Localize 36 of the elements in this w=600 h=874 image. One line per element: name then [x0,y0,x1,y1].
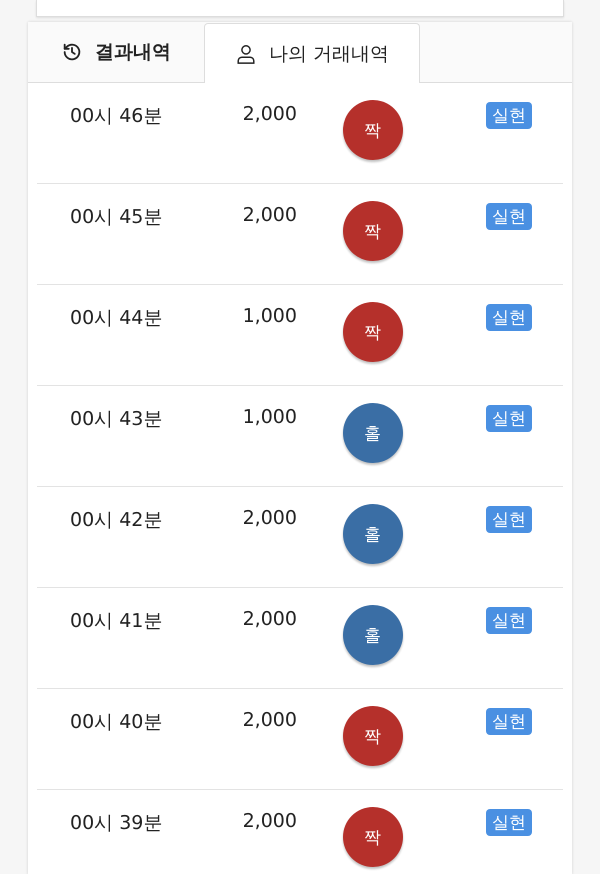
amount-text: 2,000 [242,507,297,529]
time-text: 00시 45분 [70,205,164,230]
amount-text: 1,000 [242,406,297,428]
result-ball: 짝 [342,807,402,867]
status-badge: 실현 [486,304,532,331]
result-ball: 홀 [342,605,402,665]
person-icon [234,42,257,64]
status-badge: 실현 [486,607,532,634]
result-ball: 짝 [342,706,402,766]
time-text: 00시 44분 [70,306,164,331]
time-text: 00시 42분 [70,508,164,533]
status-badge: 실현 [486,405,532,432]
status-badge: 실현 [486,506,532,533]
status-badge: 실현 [486,102,532,129]
amount-text: 2,000 [242,608,297,630]
history-icon [61,41,83,63]
time-text: 00시 40분 [70,710,164,735]
result-ball: 홀 [342,403,402,463]
amount-text: 2,000 [242,810,297,832]
amount-text: 1,000 [242,305,297,327]
status-badge: 실현 [486,809,532,836]
time-text: 00시 46분 [70,104,164,129]
tab[interactable]: 결과내역 [28,22,204,82]
amount-text: 2,000 [242,103,297,125]
status-badge: 실현 [486,203,532,230]
amount-text: 2,000 [242,204,297,226]
time-text: 00시 39분 [70,811,164,836]
time-text: 00시 43분 [70,407,164,432]
status-badge: 실현 [486,708,532,735]
result-ball: 짝 [342,302,402,362]
result-ball: 짝 [342,201,402,261]
result-ball: 짝 [342,100,402,160]
tab[interactable]: 나의 거래내역 [204,23,420,83]
time-text: 00시 41분 [70,609,164,634]
amount-text: 2,000 [242,709,297,731]
result-ball: 홀 [342,504,402,564]
